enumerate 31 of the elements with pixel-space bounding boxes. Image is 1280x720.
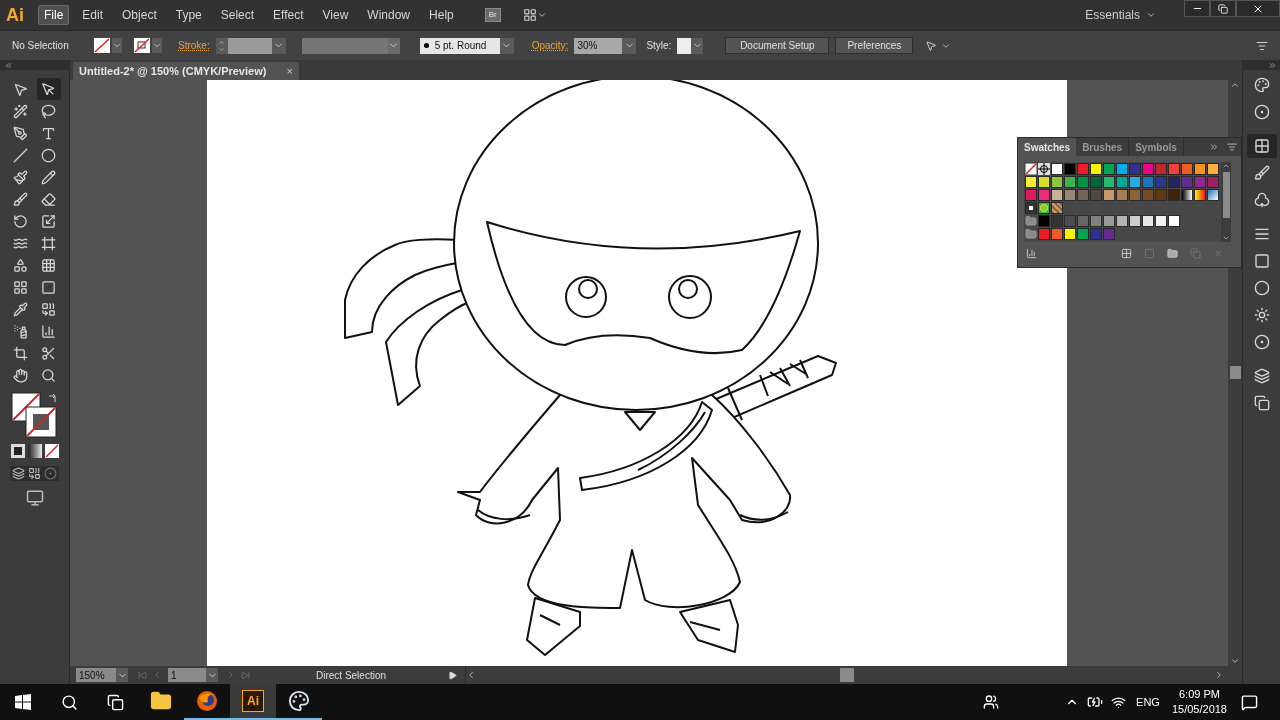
menu-item[interactable]: Window [361,5,417,25]
menu-item[interactable]: Edit [76,5,110,25]
document-tab[interactable]: Untitled-2* @ 150% (CMYK/Preview) × [73,62,299,80]
style-label: Style: [646,39,672,53]
menu-item[interactable]: View [316,5,355,25]
illustrator-app-icon: Ai [242,690,264,712]
panel-tab[interactable]: Symbols [1129,138,1184,156]
control-button[interactable]: Document Setup [725,37,830,54]
clock[interactable]: 6:09 PM 15/05/2018 [1171,687,1227,717]
menu-item[interactable]: Select [214,5,261,25]
current-tool-status: Direct Selection [315,668,387,683]
app-logo: Ai [6,3,24,27]
language-indicator[interactable]: ENG [1136,693,1160,711]
selection-status: No Selection [12,39,70,53]
document-title: Untitled-2* @ 150% (CMYK/Preview) [79,63,267,79]
stroke-label: Stroke: [178,39,210,53]
panel-tab[interactable]: Swatches [1018,138,1077,156]
workspace-dropdown[interactable]: Essentials [1085,6,1156,24]
clock-date: 15/05/2018 [1171,702,1227,717]
menu-item[interactable]: Effect [267,5,310,25]
control-button[interactable]: Preferences [835,37,914,54]
clock-time: 6:09 PM [1179,687,1220,702]
menu-item[interactable]: Object [116,5,163,25]
menu-item[interactable]: File [38,5,70,25]
menu-item[interactable]: Type [169,5,208,25]
menu-item[interactable]: Help [423,5,460,25]
opacity-label: Opacity: [531,39,569,53]
panel-tab[interactable]: Brushes [1076,138,1130,156]
taskbar-app[interactable]: Ai [230,684,276,720]
bridge-button[interactable]: Br [484,8,501,22]
close-tab-button[interactable]: × [286,62,293,80]
